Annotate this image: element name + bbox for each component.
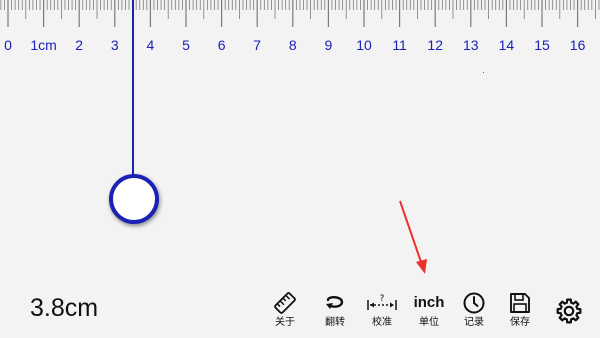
ruler-tick-label: 10 [356,37,372,53]
save-button[interactable]: 保存 [498,290,542,334]
ruler-tick-label: 5 [182,37,190,53]
ruler-tick-label: 9 [325,37,333,53]
flip-button[interactable]: 翻转 [313,290,357,334]
ruler-labels: 0 1cm 2 3 4 5 6 7 8 9 10 11 12 13 14 15 16 [4,37,585,53]
ruler-icon [274,292,296,314]
unit-button[interactable]: inch 单位 [407,290,451,334]
measurement-readout: 3.8cm [30,294,99,322]
history-button[interactable]: 记录 [452,290,496,334]
ruler-tick-label: 0 [4,37,12,53]
ruler-tick-label: 8 [289,37,297,53]
measure-line[interactable] [132,0,134,178]
ruler-tick-label: 15 [534,37,550,53]
ruler-tick-label: 3 [111,37,119,53]
calibrate-button[interactable]: ? 校准 [360,290,404,334]
clock-icon [463,292,485,314]
flip-label: 翻转 [325,317,345,328]
ruler-scale: 0 1cm 2 3 4 5 6 7 8 9 10 11 12 13 14 15 16 [0,0,600,53]
ruler-tick-label: 13 [463,37,479,53]
rotate-icon [326,296,344,309]
ruler-ticks [0,0,600,27]
calibrate-label: 校准 [372,317,392,328]
calibrate-icon: ? [367,294,397,310]
ruler-tick-label: 4 [147,37,155,53]
ruler-tick-label: 11 [392,37,407,53]
gear-hub [563,305,575,317]
gear-outline [556,298,582,324]
calibrate-hint: ? [380,294,385,304]
floppy-disk-icon [510,293,530,313]
save-label: 保存 [510,317,530,328]
unit-label: 单位 [419,317,439,328]
ruler-tick-label: 7 [253,37,261,53]
stray-dot [483,72,484,73]
ruler-tick-label: 6 [218,37,226,53]
drag-handle[interactable] [109,174,159,224]
about-label: 关于 [275,317,295,328]
about-button[interactable]: 关于 [263,290,307,334]
ruler-tick-label: 1cm [30,37,56,53]
gear-icon[interactable] [555,297,583,325]
ruler-tick-label: 16 [570,37,586,53]
ruler-tick-label: 14 [499,37,515,53]
history-label: 记录 [464,317,484,328]
unit-value: inch [413,294,445,311]
ruler-app: 0 1cm 2 3 4 5 6 7 8 9 10 11 12 13 14 15 16 3.8cm 关于 翻转 [0,0,600,338]
ruler-tick-label: 12 [427,37,443,53]
ruler-tick-label: 2 [75,37,83,53]
